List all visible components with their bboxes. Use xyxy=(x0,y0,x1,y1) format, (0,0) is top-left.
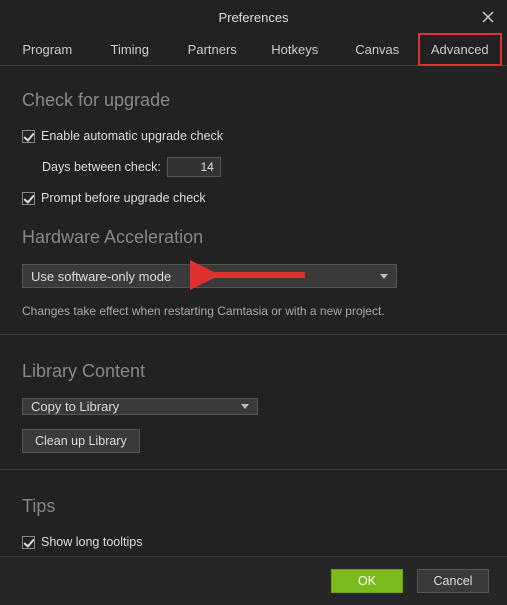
tab-label: Timing xyxy=(110,42,149,57)
dialog-title: Preferences xyxy=(218,10,288,25)
library-select[interactable]: Copy to Library xyxy=(22,398,258,415)
tab-bar: Program Timing Partners Hotkeys Canvas A… xyxy=(0,34,507,66)
enable-upgrade-checkbox[interactable] xyxy=(22,130,35,143)
titlebar: Preferences xyxy=(0,0,507,34)
ok-button[interactable]: OK xyxy=(331,569,403,593)
button-label: Cancel xyxy=(434,574,473,588)
tab-label: Program xyxy=(22,42,72,57)
tab-label: Canvas xyxy=(355,42,399,57)
tab-timing[interactable]: Timing xyxy=(89,34,172,65)
hwaccel-selected: Use software-only mode xyxy=(31,269,171,284)
hwaccel-select[interactable]: Use software-only mode xyxy=(22,264,397,288)
button-label: OK xyxy=(358,574,376,588)
tab-canvas[interactable]: Canvas xyxy=(336,34,419,65)
prompt-before-label: Prompt before upgrade check xyxy=(41,191,206,205)
chevron-down-icon xyxy=(241,404,249,409)
section-title-hwaccel: Hardware Acceleration xyxy=(22,227,485,248)
close-icon xyxy=(482,11,494,23)
tab-advanced[interactable]: Advanced xyxy=(419,34,502,65)
days-between-label: Days between check: xyxy=(42,160,161,174)
cancel-button[interactable]: Cancel xyxy=(417,569,489,593)
divider xyxy=(0,469,507,470)
tab-hotkeys[interactable]: Hotkeys xyxy=(254,34,337,65)
footer: OK Cancel xyxy=(0,556,507,605)
section-title-library: Library Content xyxy=(22,361,485,382)
long-tooltips-label: Show long tooltips xyxy=(41,535,142,549)
chevron-down-icon xyxy=(380,274,388,279)
tab-partners[interactable]: Partners xyxy=(171,34,254,65)
divider xyxy=(0,334,507,335)
tab-label: Partners xyxy=(188,42,237,57)
section-title-upgrade: Check for upgrade xyxy=(22,90,485,111)
tab-label: Advanced xyxy=(431,42,489,57)
tab-program[interactable]: Program xyxy=(6,34,89,65)
library-selected: Copy to Library xyxy=(31,399,119,414)
tab-label: Hotkeys xyxy=(271,42,318,57)
cleanup-library-button[interactable]: Clean up Library xyxy=(22,429,140,453)
content-area: Check for upgrade Enable automatic upgra… xyxy=(0,66,507,556)
long-tooltips-checkbox[interactable] xyxy=(22,536,35,549)
preferences-dialog: Preferences Program Timing Partners Hotk… xyxy=(0,0,507,605)
button-label: Clean up Library xyxy=(35,434,127,448)
prompt-before-checkbox[interactable] xyxy=(22,192,35,205)
close-button[interactable] xyxy=(477,6,499,28)
days-between-input[interactable] xyxy=(167,157,221,177)
section-title-tips: Tips xyxy=(22,496,485,517)
enable-upgrade-label: Enable automatic upgrade check xyxy=(41,129,223,143)
hwaccel-hint: Changes take effect when restarting Camt… xyxy=(22,304,485,318)
